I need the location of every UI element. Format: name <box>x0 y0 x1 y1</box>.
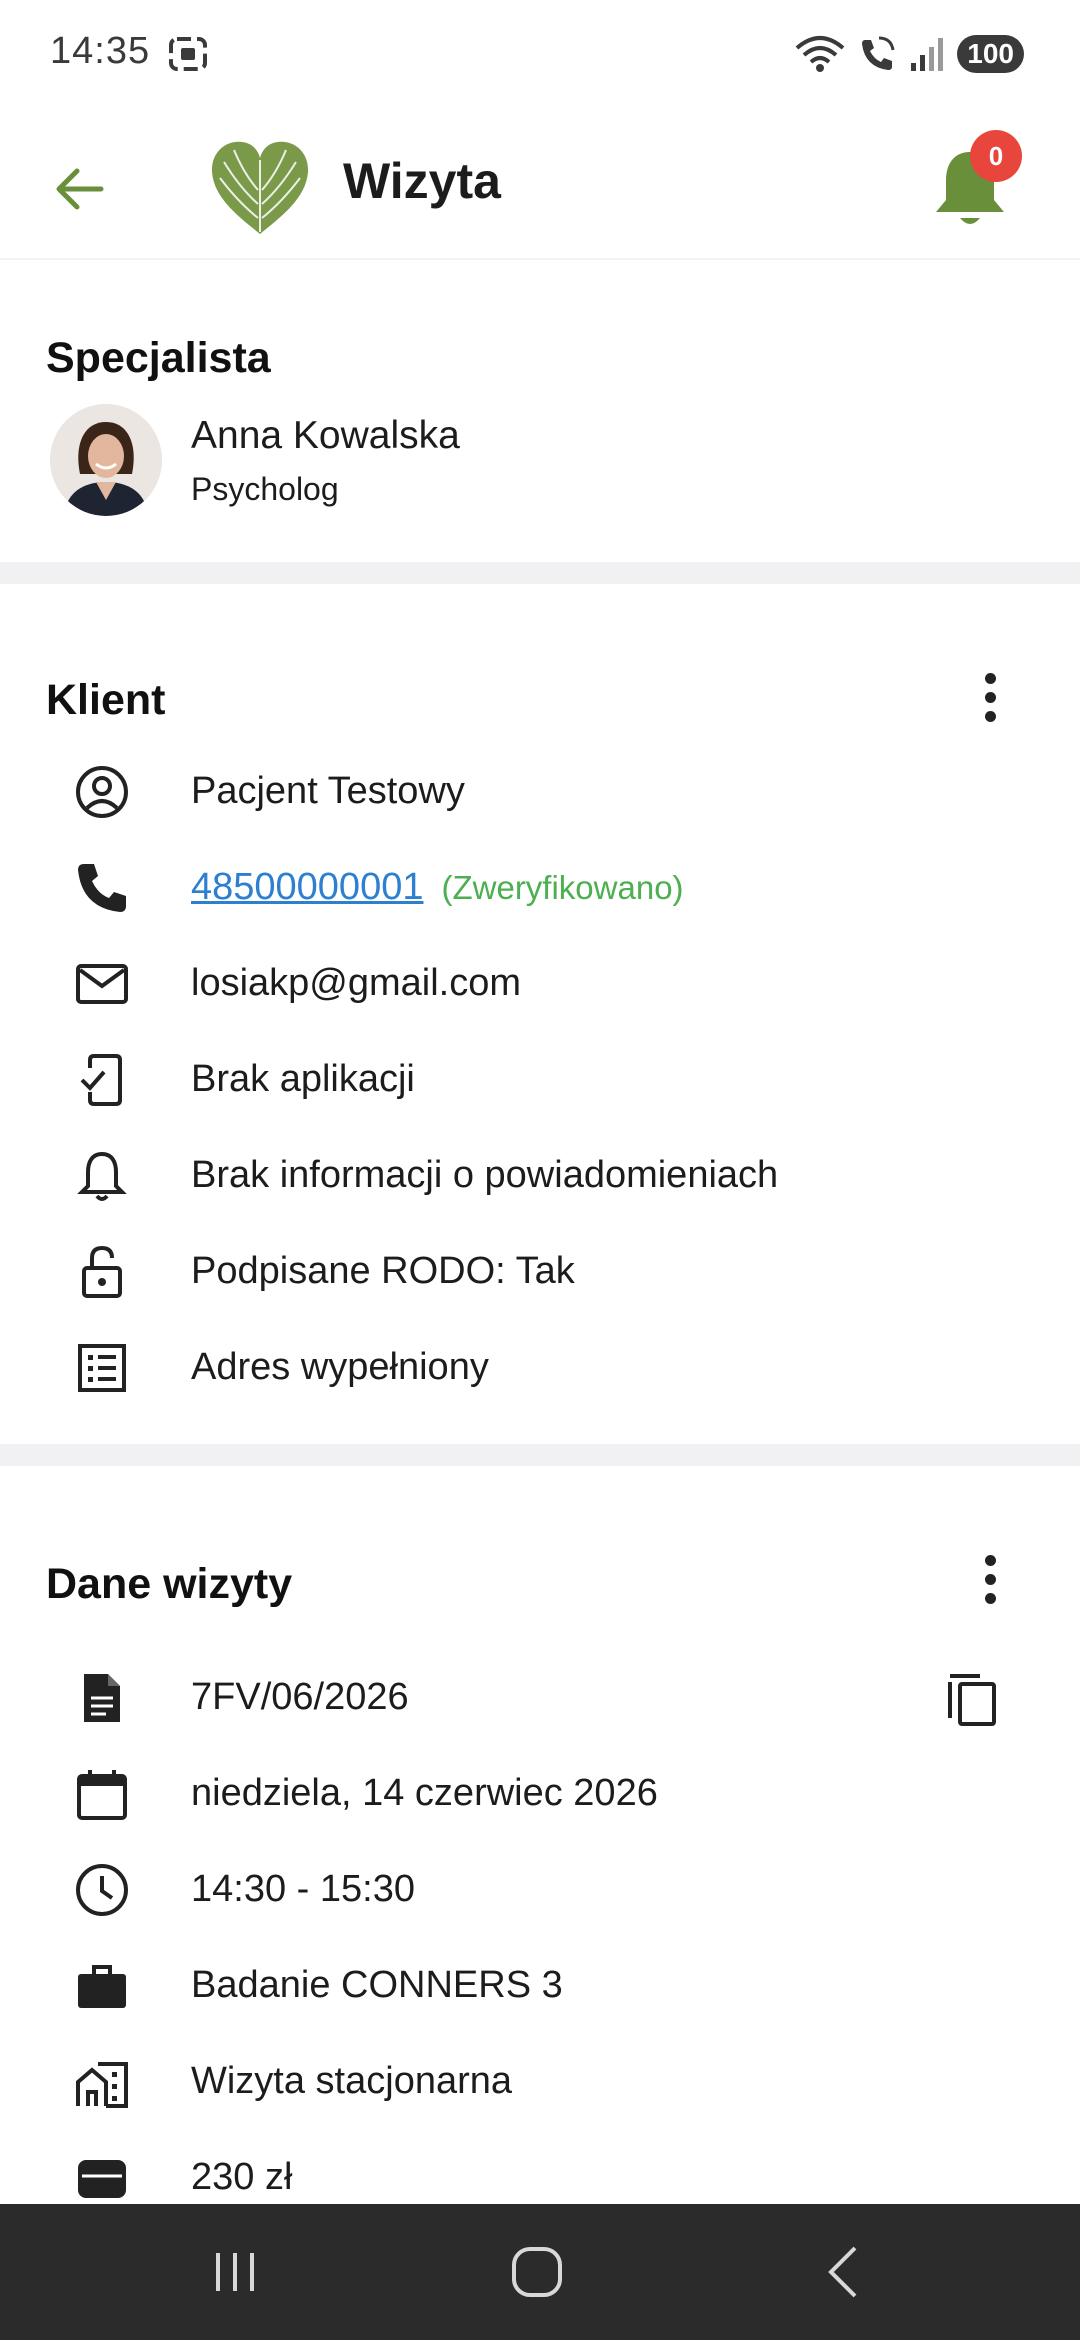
account-circle-icon <box>74 764 130 820</box>
briefcase-icon <box>74 1958 130 2014</box>
visit-section-title: Dane wizyty <box>46 1560 293 1608</box>
status-bar: 14:35 100 <box>0 0 1080 110</box>
visit-date: niedziela, 14 czerwiec 2026 <box>191 1772 658 1814</box>
client-notifications-status: Brak informacji o powiadomieniach <box>191 1154 779 1196</box>
phone-icon <box>74 860 130 916</box>
arrow-left-icon <box>56 168 104 210</box>
copy-button[interactable] <box>940 1666 1004 1730</box>
specialist-role: Psycholog <box>191 471 339 507</box>
client-address-status: Adres wypełniony <box>191 1346 489 1388</box>
visit-time-row: 14:30 - 15:30 <box>0 1850 1080 1930</box>
client-address-row: Adres wypełniony <box>0 1328 1080 1408</box>
section-divider <box>0 562 1080 584</box>
wifi-call-icon <box>862 36 895 70</box>
visit-service: Badanie CONNERS 3 <box>191 1964 563 2006</box>
client-name-row: Pacjent Testowy <box>0 752 1080 832</box>
more-vert-icon-dot <box>984 1592 996 1604</box>
app-bar: Wizyta 0 <box>0 110 1080 260</box>
client-name: Pacjent Testowy <box>191 770 465 812</box>
visit-price: 230 zł <box>191 2156 293 2198</box>
lock-open-icon <box>74 1244 130 1300</box>
client-app-status: Brak aplikacji <box>191 1058 415 1100</box>
copy-icon <box>948 1674 996 1726</box>
recent-apps-icon <box>216 2253 254 2291</box>
wallet-icon <box>74 2150 130 2206</box>
avatar <box>50 404 162 516</box>
battery-indicator: 100 <box>957 35 1024 73</box>
status-time: 14:35 <box>50 30 151 72</box>
mobile-check-icon <box>74 1052 130 1108</box>
visit-more-button[interactable] <box>960 1544 1020 1614</box>
calendar-icon <box>74 1766 130 1822</box>
phone-verified-label: (Zweryfikowano) <box>441 869 684 906</box>
recent-apps-button[interactable] <box>200 2242 270 2302</box>
screenshot-icon <box>169 37 207 71</box>
visit-number-row: 7FV/06/2026 <box>0 1658 1080 1738</box>
back-button[interactable] <box>44 154 114 224</box>
more-vert-icon <box>984 672 996 684</box>
client-phone-row: 48500000001 (Zweryfikowano) <box>0 848 1080 928</box>
more-vert-icon <box>984 1554 996 1566</box>
page-title: Wizyta <box>343 153 501 209</box>
home-button[interactable] <box>502 2242 572 2302</box>
specialist-name: Anna Kowalska <box>191 414 460 457</box>
more-vert-icon-dot <box>984 710 996 722</box>
chevron-left-icon <box>828 2246 857 2298</box>
client-notifications-row: Brak informacji o powiadomieniach <box>0 1136 1080 1216</box>
notification-badge: 0 <box>970 130 1022 182</box>
heart-leaf-logo <box>211 141 309 234</box>
list-alt-icon <box>74 1340 130 1396</box>
visit-number: 7FV/06/2026 <box>191 1676 409 1718</box>
client-email-row: losiakp@gmail.com <box>0 944 1080 1024</box>
specialist-section-title: Specjalista <box>46 334 271 382</box>
client-section-title: Klient <box>46 676 166 724</box>
more-vert-icon-dot <box>984 691 996 703</box>
wifi-icon <box>795 36 845 72</box>
document-icon <box>74 1670 130 1726</box>
visit-type-row: Wizyta stacjonarna <box>0 2042 1080 2122</box>
bell-outline-icon <box>74 1148 130 1204</box>
clock-icon <box>74 1862 130 1918</box>
specialist-photo <box>50 404 162 516</box>
specialist-section <box>0 262 1080 562</box>
section-divider <box>0 1444 1080 1466</box>
system-back-button[interactable] <box>808 2242 878 2302</box>
client-email: losiakp@gmail.com <box>191 962 522 1004</box>
client-gdpr-row: Podpisane RODO: Tak <box>0 1232 1080 1312</box>
visit-time: 14:30 - 15:30 <box>191 1868 415 1910</box>
visit-date-row: niedziela, 14 czerwiec 2026 <box>0 1754 1080 1834</box>
mail-icon <box>74 956 130 1012</box>
home-icon <box>512 2247 562 2297</box>
signal-icon <box>911 38 944 71</box>
visit-type: Wizyta stacjonarna <box>191 2060 513 2102</box>
system-nav-bar <box>0 2204 1080 2340</box>
visit-service-row: Badanie CONNERS 3 <box>0 1946 1080 2026</box>
client-gdpr-status: Podpisane RODO: Tak <box>191 1250 575 1292</box>
client-app-row: Brak aplikacji <box>0 1040 1080 1120</box>
client-phone-link[interactable]: 48500000001 <box>191 866 423 908</box>
more-vert-icon-dot <box>984 1573 996 1585</box>
building-icon <box>74 2054 130 2110</box>
client-more-button[interactable] <box>960 662 1020 732</box>
